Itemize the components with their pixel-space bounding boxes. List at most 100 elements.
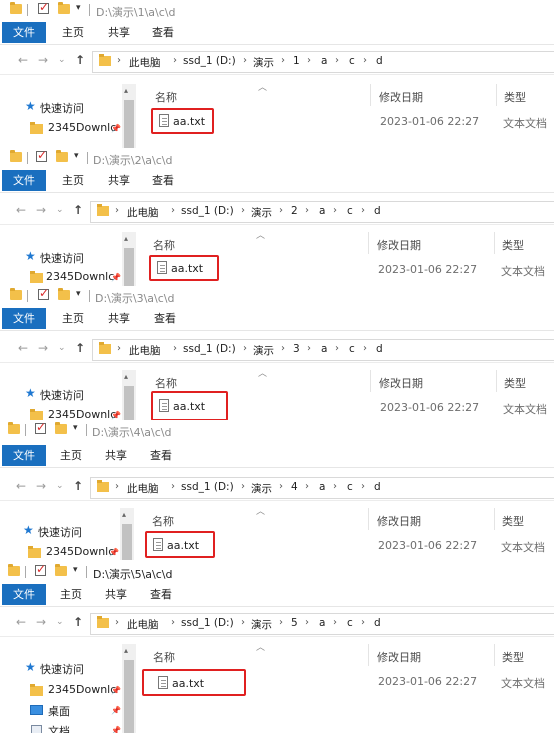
breadcrumb-d[interactable]: d (376, 55, 383, 67)
tab-view[interactable]: 查看 (150, 445, 172, 466)
sidebar-item-quick-access[interactable]: 快速访问 (40, 250, 84, 266)
chevron-right-icon[interactable]: › (361, 205, 365, 216)
scroll-thumb[interactable] (124, 386, 134, 420)
breadcrumb-c[interactable]: c (349, 55, 355, 67)
breadcrumb-number[interactable]: 1 (293, 55, 300, 67)
recent-dropdown-icon[interactable]: ⌄ (56, 205, 64, 215)
breadcrumb-this-pc[interactable]: 此电脑 (127, 205, 159, 220)
tab-file[interactable]: 文件 (2, 22, 46, 43)
sidebar-item-downloads[interactable]: 2345Downlc (46, 270, 114, 283)
forward-arrow-icon[interactable]: → (36, 203, 46, 217)
chevron-right-icon[interactable]: › (361, 617, 365, 628)
chevron-right-icon[interactable]: › (171, 481, 175, 492)
back-arrow-icon[interactable]: ← (18, 53, 28, 67)
breadcrumb-number[interactable]: 4 (291, 481, 298, 493)
scroll-thumb[interactable] (124, 248, 134, 286)
chevron-right-icon[interactable]: › (279, 481, 283, 492)
properties-icon[interactable] (36, 148, 47, 162)
sidebar-item-downloads[interactable]: 2345Downlc (46, 545, 114, 558)
properties-icon[interactable] (35, 420, 46, 434)
breadcrumb-demo[interactable]: 演示 (253, 343, 274, 358)
address-bar[interactable]: › 此电脑 › ssd_1 (D:) › 演示 › 3 › a › c › d (92, 339, 554, 361)
chevron-right-icon[interactable]: › (241, 617, 245, 628)
scroll-up-arrow-icon[interactable]: ▴ (124, 372, 128, 381)
chevron-right-icon[interactable]: › (305, 481, 309, 492)
pin-icon[interactable]: 📌 (111, 124, 121, 133)
customize-dropdown-icon[interactable]: ▾ (73, 565, 78, 575)
column-type[interactable]: 类型 (502, 237, 524, 253)
pin-icon[interactable]: 📌 (111, 273, 121, 282)
breadcrumb-d[interactable]: d (374, 481, 381, 493)
breadcrumb-a[interactable]: a (319, 205, 325, 217)
sidebar-item-desktop[interactable]: 桌面 (48, 703, 70, 719)
tab-view[interactable]: 查看 (152, 170, 174, 191)
back-arrow-icon[interactable]: ← (18, 341, 28, 355)
up-arrow-icon[interactable]: ↑ (73, 203, 83, 217)
recent-dropdown-icon[interactable]: ⌄ (56, 617, 64, 627)
column-modified[interactable]: 修改日期 (379, 89, 423, 105)
chevron-right-icon[interactable]: › (115, 617, 119, 628)
scroll-thumb[interactable] (124, 660, 134, 733)
recent-dropdown-icon[interactable]: ⌄ (58, 343, 66, 353)
breadcrumb-drive[interactable]: ssd_1 (D:) (183, 343, 236, 355)
breadcrumb-this-pc[interactable]: 此电脑 (129, 343, 161, 358)
pin-icon[interactable]: 📌 (111, 411, 121, 420)
breadcrumb-this-pc[interactable]: 此电脑 (127, 617, 159, 632)
breadcrumb-number[interactable]: 3 (293, 343, 300, 355)
scroll-up-arrow-icon[interactable]: ▴ (124, 234, 128, 243)
sidebar-item-downloads[interactable]: 2345Downlc (48, 121, 116, 134)
column-name[interactable]: 名称 (155, 375, 177, 391)
breadcrumb-demo[interactable]: 演示 (251, 481, 272, 496)
breadcrumb-drive[interactable]: ssd_1 (D:) (181, 617, 234, 629)
column-type[interactable]: 类型 (502, 649, 524, 665)
file-row-highlight[interactable]: aa.txt (149, 255, 219, 281)
scroll-up-arrow-icon[interactable]: ▴ (124, 646, 128, 655)
scroll-up-arrow-icon[interactable]: ▴ (122, 510, 126, 519)
properties-icon[interactable] (38, 286, 49, 300)
new-folder-icon[interactable] (58, 288, 70, 300)
chevron-right-icon[interactable]: › (335, 343, 339, 354)
up-arrow-icon[interactable]: ↑ (75, 53, 85, 67)
chevron-right-icon[interactable]: › (173, 343, 177, 354)
tab-file[interactable]: 文件 (2, 170, 46, 191)
tab-share[interactable]: 共享 (105, 584, 127, 605)
chevron-right-icon[interactable]: › (115, 205, 119, 216)
chevron-right-icon[interactable]: › (279, 205, 283, 216)
sidebar-item-quick-access[interactable]: 快速访问 (40, 387, 84, 403)
chevron-right-icon[interactable]: › (307, 55, 311, 66)
chevron-right-icon[interactable]: › (243, 343, 247, 354)
tab-share[interactable]: 共享 (105, 445, 127, 466)
column-name[interactable]: 名称 (153, 649, 175, 665)
file-row-highlight[interactable]: aa.txt (151, 108, 214, 134)
breadcrumb-c[interactable]: c (347, 617, 353, 629)
address-bar[interactable]: › 此电脑 › ssd_1 (D:) › 演示 › 5 › a › c › d (90, 613, 554, 635)
chevron-right-icon[interactable]: › (307, 343, 311, 354)
sidebar-item-documents[interactable]: 文档 (48, 723, 70, 733)
back-arrow-icon[interactable]: ← (16, 479, 26, 493)
scroll-up-arrow-icon[interactable]: ▴ (124, 86, 128, 95)
tab-share[interactable]: 共享 (108, 308, 130, 329)
column-modified[interactable]: 修改日期 (379, 375, 423, 391)
up-arrow-icon[interactable]: ↑ (73, 615, 83, 629)
chevron-right-icon[interactable]: › (333, 481, 337, 492)
chevron-right-icon[interactable]: › (305, 205, 309, 216)
pin-icon[interactable]: 📌 (109, 548, 119, 557)
breadcrumb-d[interactable]: d (374, 617, 381, 629)
chevron-right-icon[interactable]: › (305, 617, 309, 628)
breadcrumb-number[interactable]: 2 (291, 205, 298, 217)
breadcrumb-demo[interactable]: 演示 (251, 205, 272, 220)
column-modified[interactable]: 修改日期 (377, 237, 421, 253)
chevron-right-icon[interactable]: › (243, 55, 247, 66)
recent-dropdown-icon[interactable]: ⌄ (58, 55, 66, 65)
column-modified[interactable]: 修改日期 (377, 513, 421, 529)
tab-view[interactable]: 查看 (152, 22, 174, 43)
tab-home[interactable]: 主页 (62, 170, 84, 191)
breadcrumb-demo[interactable]: 演示 (251, 617, 272, 632)
sidebar-item-quick-access[interactable]: 快速访问 (38, 524, 82, 540)
chevron-right-icon[interactable]: › (279, 617, 283, 628)
pin-icon[interactable]: 📌 (111, 726, 121, 733)
breadcrumb-a[interactable]: a (321, 55, 327, 67)
tab-file[interactable]: 文件 (2, 445, 46, 466)
tab-home[interactable]: 主页 (60, 584, 82, 605)
address-bar[interactable]: › 此电脑 › ssd_1 (D:) › 演示 › 1 › a › c › d (92, 51, 554, 73)
